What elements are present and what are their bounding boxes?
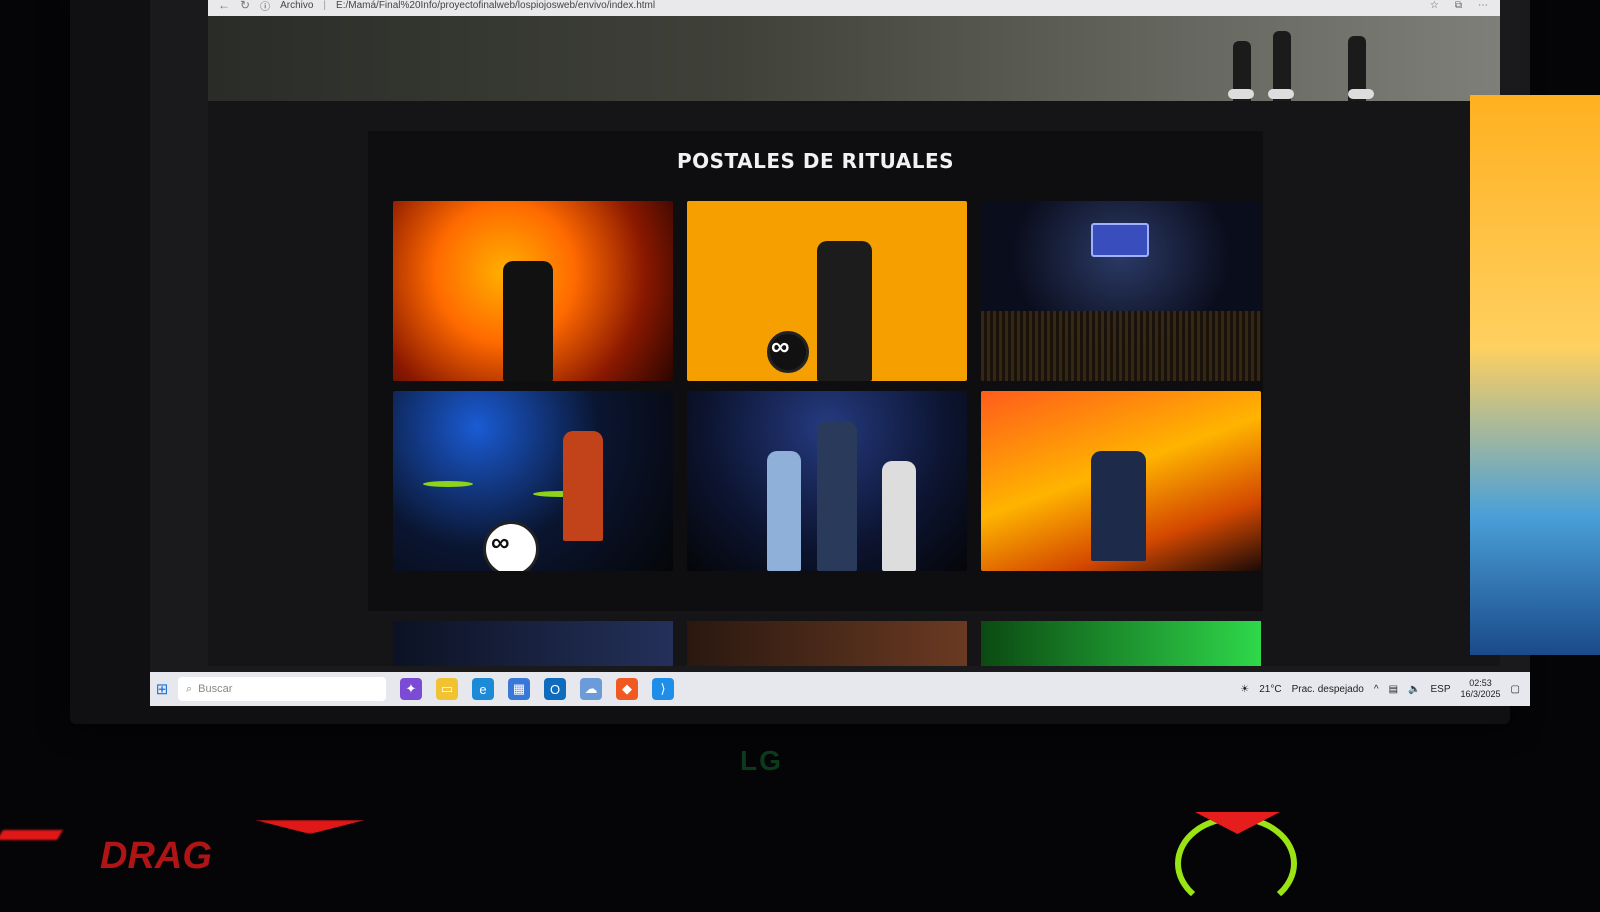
vscode-icon[interactable]: ⟩ [652,678,674,700]
network-icon[interactable]: ▤ [1389,684,1398,695]
singer-silhouette [503,261,553,381]
guitarist-figure [882,461,916,571]
musician-figure [1091,451,1146,561]
gallery-photo-partial[interactable] [687,621,967,666]
onedrive-icon[interactable]: ☁ [580,678,602,700]
gallery-next-row [393,621,1288,666]
taskbar-search-input[interactable]: ⌕ Buscar [178,677,386,701]
infinity-icon: ∞ [491,527,510,557]
brave-icon[interactable]: ◆ [616,678,638,700]
edge-icon[interactable]: e [472,678,494,700]
weather-temp[interactable]: 21°C [1259,684,1281,695]
store-icon[interactable]: ▦ [508,678,530,700]
more-icon[interactable]: ⋯ [1478,0,1488,11]
file-explorer-icon[interactable]: ▭ [436,678,458,700]
web-page: POSTALES DE RITUALES ∞ ∞ [208,16,1500,666]
stage-screen [1091,223,1149,257]
browser-actions: ☆ ⧉ ⋯ [1430,0,1500,11]
browser-address-bar: ← ↻ ⓘ Archivo | E:/Mamá/Final%20Info/pro… [208,0,1500,16]
guitarist-figure [767,451,801,571]
clock[interactable]: 02:53 16/3/2025 [1461,678,1501,700]
hero-shoe [1228,89,1254,99]
url-text[interactable]: E:/Mamá/Final%20Info/proyectofinalweb/lo… [336,0,655,11]
weather-desc[interactable]: Prac. despejado [1292,684,1364,695]
hero-shoe [1268,89,1294,99]
weather-icon[interactable]: ☀ [1240,684,1249,695]
gallery-photo-colorful-stage[interactable] [981,391,1261,571]
guitarist-figure [817,241,872,381]
musician-figure [563,431,603,541]
rituals-gallery-section: POSTALES DE RITUALES ∞ ∞ [368,131,1263,611]
hero-image-strip [208,16,1500,101]
taskbar-apps: ✦ ▭ e ▦ O ☁ ◆ ⟩ [400,678,674,700]
clock-time: 02:53 [1469,678,1492,688]
copilot-icon[interactable]: ✦ [400,678,422,700]
system-tray: ☀ 21°C Prac. despejado ^ ▤ 🔈 ESP 02:53 1… [1240,678,1530,700]
gallery-photo-fire-singer[interactable] [393,201,673,381]
windows-start-icon[interactable]: ⊞ [150,672,174,706]
windows-taskbar: ⊞ ⌕ Buscar ✦ ▭ e ▦ O ☁ ◆ ⟩ ☀ 21°C Prac. … [150,672,1530,706]
keyboard-brand-text: DRAG [100,835,212,877]
site-info-label[interactable]: Archivo [280,0,313,11]
outlook-icon[interactable]: O [544,678,566,700]
crowd [981,311,1261,381]
chevron-up-icon[interactable]: ^ [1374,684,1379,695]
singer-figure [817,421,857,571]
url-separator: | [323,0,327,11]
monitor-frame: ← ↻ ⓘ Archivo | E:/Mamá/Final%20Info/pro… [70,0,1530,724]
site-info-icon[interactable]: ⓘ [260,0,270,13]
second-monitor [1470,95,1600,655]
rgb-light-strip [255,820,365,834]
rgb-light-strip [0,830,63,840]
gallery-photo-partial[interactable] [981,621,1261,666]
gallery-photo-stadium-stage[interactable] [981,201,1261,381]
cymbal [423,481,473,487]
screen: ← ↻ ⓘ Archivo | E:/Mamá/Final%20Info/pro… [150,0,1530,706]
search-icon: ⌕ [186,682,193,695]
collections-icon[interactable]: ⧉ [1455,0,1462,11]
hero-shoe [1348,89,1374,99]
volume-icon[interactable]: 🔈 [1408,684,1420,695]
infinity-icon: ∞ [771,331,790,361]
gallery-photo-drummer[interactable]: ∞ [393,391,673,571]
monitor-brand-logo: LG [740,745,783,776]
notifications-icon[interactable]: ▢ [1511,684,1520,695]
language-indicator[interactable]: ESP [1430,684,1450,695]
star-icon[interactable]: ☆ [1430,0,1439,11]
gallery-photo-partial[interactable] [393,621,673,666]
gallery-photo-band-argentina[interactable] [687,391,967,571]
gallery-photo-guitarist-yellow[interactable]: ∞ [687,201,967,381]
search-placeholder: Buscar [198,683,233,695]
clock-date: 16/3/2025 [1460,689,1501,699]
gallery-title: POSTALES DE RITUALES [676,149,955,173]
reload-icon[interactable]: ↻ [240,0,250,12]
photo-gallery: ∞ ∞ [393,201,1263,571]
back-arrow-icon[interactable]: ← [218,0,230,12]
